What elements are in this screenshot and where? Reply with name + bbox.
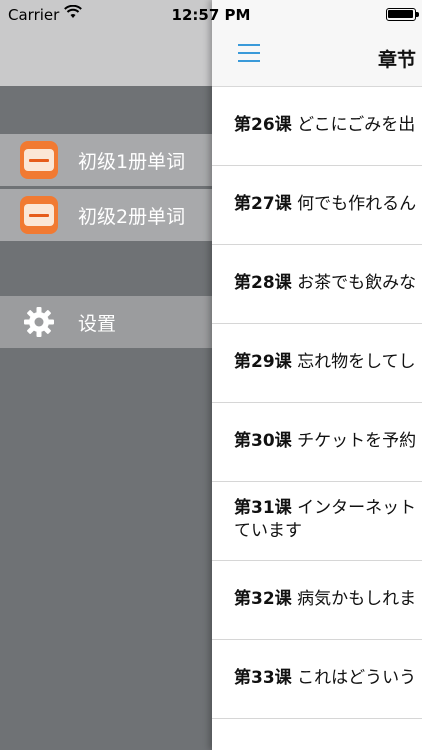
battery-nub bbox=[416, 12, 419, 17]
lesson-title: インターネット bbox=[297, 498, 417, 518]
lesson-row[interactable]: 第32课 病気かもしれま bbox=[212, 560, 422, 640]
lesson-title: 忘れ物をしてし bbox=[297, 352, 416, 372]
lesson-row[interactable]: 第27课 何でも作れるん bbox=[212, 165, 422, 245]
battery-icon bbox=[386, 8, 416, 21]
status-bar: Carrier 12:57 PM bbox=[0, 0, 422, 30]
menu-item-label: 初级2册单词 bbox=[78, 205, 186, 228]
gear-icon bbox=[20, 303, 58, 341]
lesson-title: 病気かもしれま bbox=[297, 589, 417, 609]
lesson-row[interactable]: 第30课 チケットを予約 bbox=[212, 402, 422, 482]
lesson-number: 第29课 bbox=[234, 352, 292, 372]
menu-item-settings[interactable]: 设置 bbox=[0, 296, 212, 348]
app-book-icon bbox=[20, 196, 58, 234]
chapter-panel: 章节 第26课 どこにごみを出 第27课 何でも作れるん 第28课 お茶でも飲み… bbox=[212, 0, 422, 750]
lesson-number: 第30课 bbox=[234, 431, 292, 451]
battery-level bbox=[388, 10, 413, 18]
lesson-number: 第32课 bbox=[234, 589, 292, 609]
menu-item-book-2[interactable]: 初级2册单词 bbox=[0, 189, 212, 241]
menu-item-book-1[interactable]: 初级1册单词 bbox=[0, 134, 212, 186]
lesson-title-line2: ています bbox=[234, 521, 302, 541]
lesson-number: 第26课 bbox=[234, 115, 292, 135]
lesson-title: これはどういう bbox=[297, 668, 417, 688]
lesson-number: 第28课 bbox=[234, 273, 292, 293]
app-book-icon bbox=[20, 141, 58, 179]
lesson-number: 第33课 bbox=[234, 668, 292, 688]
lesson-row[interactable]: 第33课 これはどういう bbox=[212, 639, 422, 719]
lesson-row[interactable]: 第29课 忘れ物をしてし bbox=[212, 323, 422, 403]
lesson-title: どこにごみを出 bbox=[297, 115, 416, 135]
page-title: 章节 bbox=[378, 49, 417, 71]
menu-item-label: 初级1册单词 bbox=[78, 150, 186, 173]
lesson-row[interactable]: 第28课 お茶でも飲みな bbox=[212, 244, 422, 324]
hamburger-icon[interactable] bbox=[238, 44, 260, 62]
lesson-title: お茶でも飲みな bbox=[297, 273, 417, 293]
lesson-number: 第31课 bbox=[234, 498, 292, 518]
status-time: 12:57 PM bbox=[171, 6, 251, 24]
lesson-title: 何でも作れるん bbox=[297, 194, 417, 214]
settings-label: 设置 bbox=[78, 312, 117, 335]
lesson-number: 第27课 bbox=[234, 194, 292, 214]
lesson-row[interactable]: 第26课 どこにごみを出 bbox=[212, 86, 422, 166]
lesson-row[interactable]: 第31课 インターネット ています bbox=[212, 481, 422, 561]
lesson-title: チケットを予約 bbox=[297, 431, 417, 451]
